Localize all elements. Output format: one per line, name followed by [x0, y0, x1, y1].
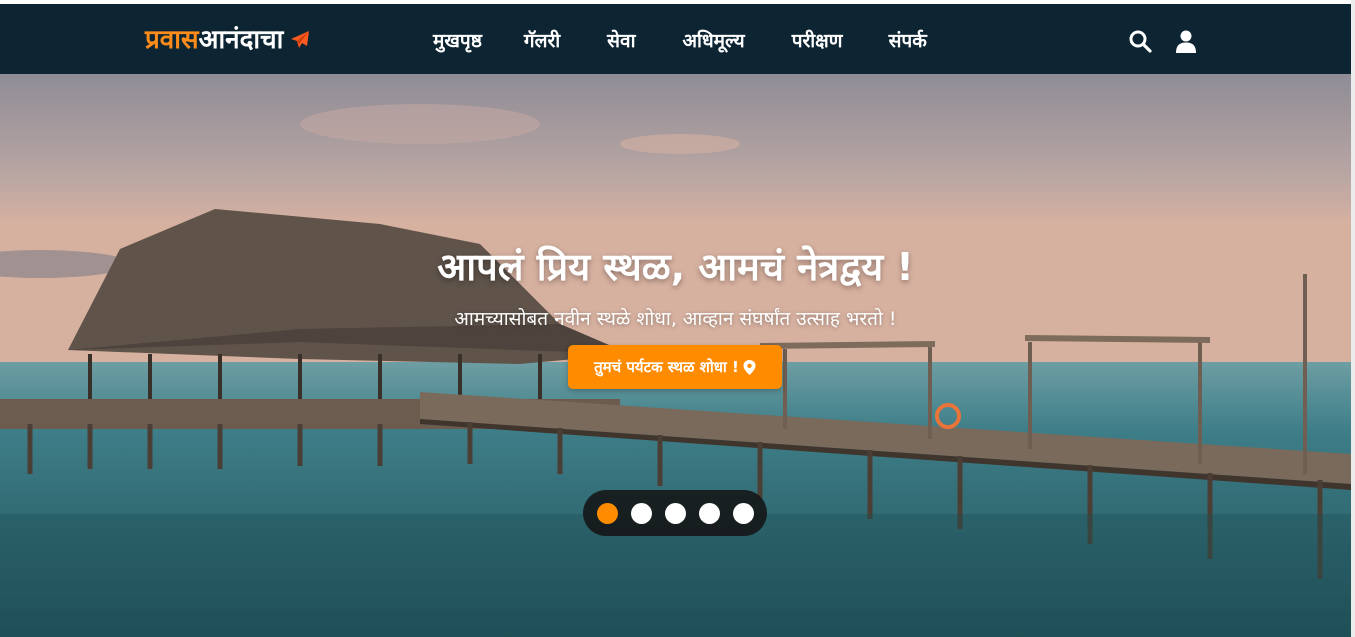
search-icon[interactable] [1128, 29, 1152, 53]
nav-item-premium[interactable]: अधिमूल्य [683, 26, 745, 56]
hero-banner: आपलं प्रिय स्थळ, आमचं नेत्रद्वय ! आमच्या… [0, 74, 1351, 637]
nav-item-reviews[interactable]: परीक्षण [792, 26, 843, 56]
nav-actions [1128, 29, 1198, 53]
carousel-dot-4[interactable] [698, 502, 720, 524]
carousel-indicators [583, 490, 767, 536]
hero-subtitle: आमच्यासोबत नवीन स्थळे शोधा, आव्हान संघर्… [454, 308, 897, 330]
user-icon[interactable] [1174, 29, 1198, 53]
location-pin-icon [743, 359, 756, 375]
navbar: प्रवास आनंदाचा मुखपृष्ठ गॅलरी सेवा अधिमूल… [0, 4, 1351, 74]
nav-item-gallery[interactable]: गॅलरी [524, 26, 560, 56]
page: प्रवास आनंदाचा मुखपृष्ठ गॅलरी सेवा अधिमूल… [0, 0, 1355, 637]
brand-name-part2: आनंदाचा [198, 25, 284, 55]
find-destination-label: तुमचं पर्यटक स्थळ शोधा ! [594, 358, 739, 376]
nav-item-contact[interactable]: संपर्क [889, 26, 927, 56]
carousel-dot-2[interactable] [630, 502, 652, 524]
find-destination-button[interactable]: तुमचं पर्यटक स्थळ शोधा ! [568, 345, 782, 389]
scrollbar[interactable] [1351, 0, 1355, 637]
nav-item-services[interactable]: सेवा [607, 26, 635, 56]
main-nav: मुखपृष्ठ गॅलरी सेवा अधिमूल्य परीक्षण संप… [433, 26, 927, 56]
brand-logo[interactable]: प्रवास आनंदाचा [145, 23, 310, 57]
brand-name-part1: प्रवास [145, 25, 199, 55]
carousel-dot-5[interactable] [732, 502, 754, 524]
paper-plane-icon [291, 31, 310, 48]
carousel-dot-1[interactable] [596, 502, 618, 524]
hero-title: आपलं प्रिय स्थळ, आमचं नेत्रद्वय ! [437, 245, 914, 290]
carousel-dot-3[interactable] [664, 502, 686, 524]
nav-item-home[interactable]: मुखपृष्ठ [433, 26, 482, 56]
